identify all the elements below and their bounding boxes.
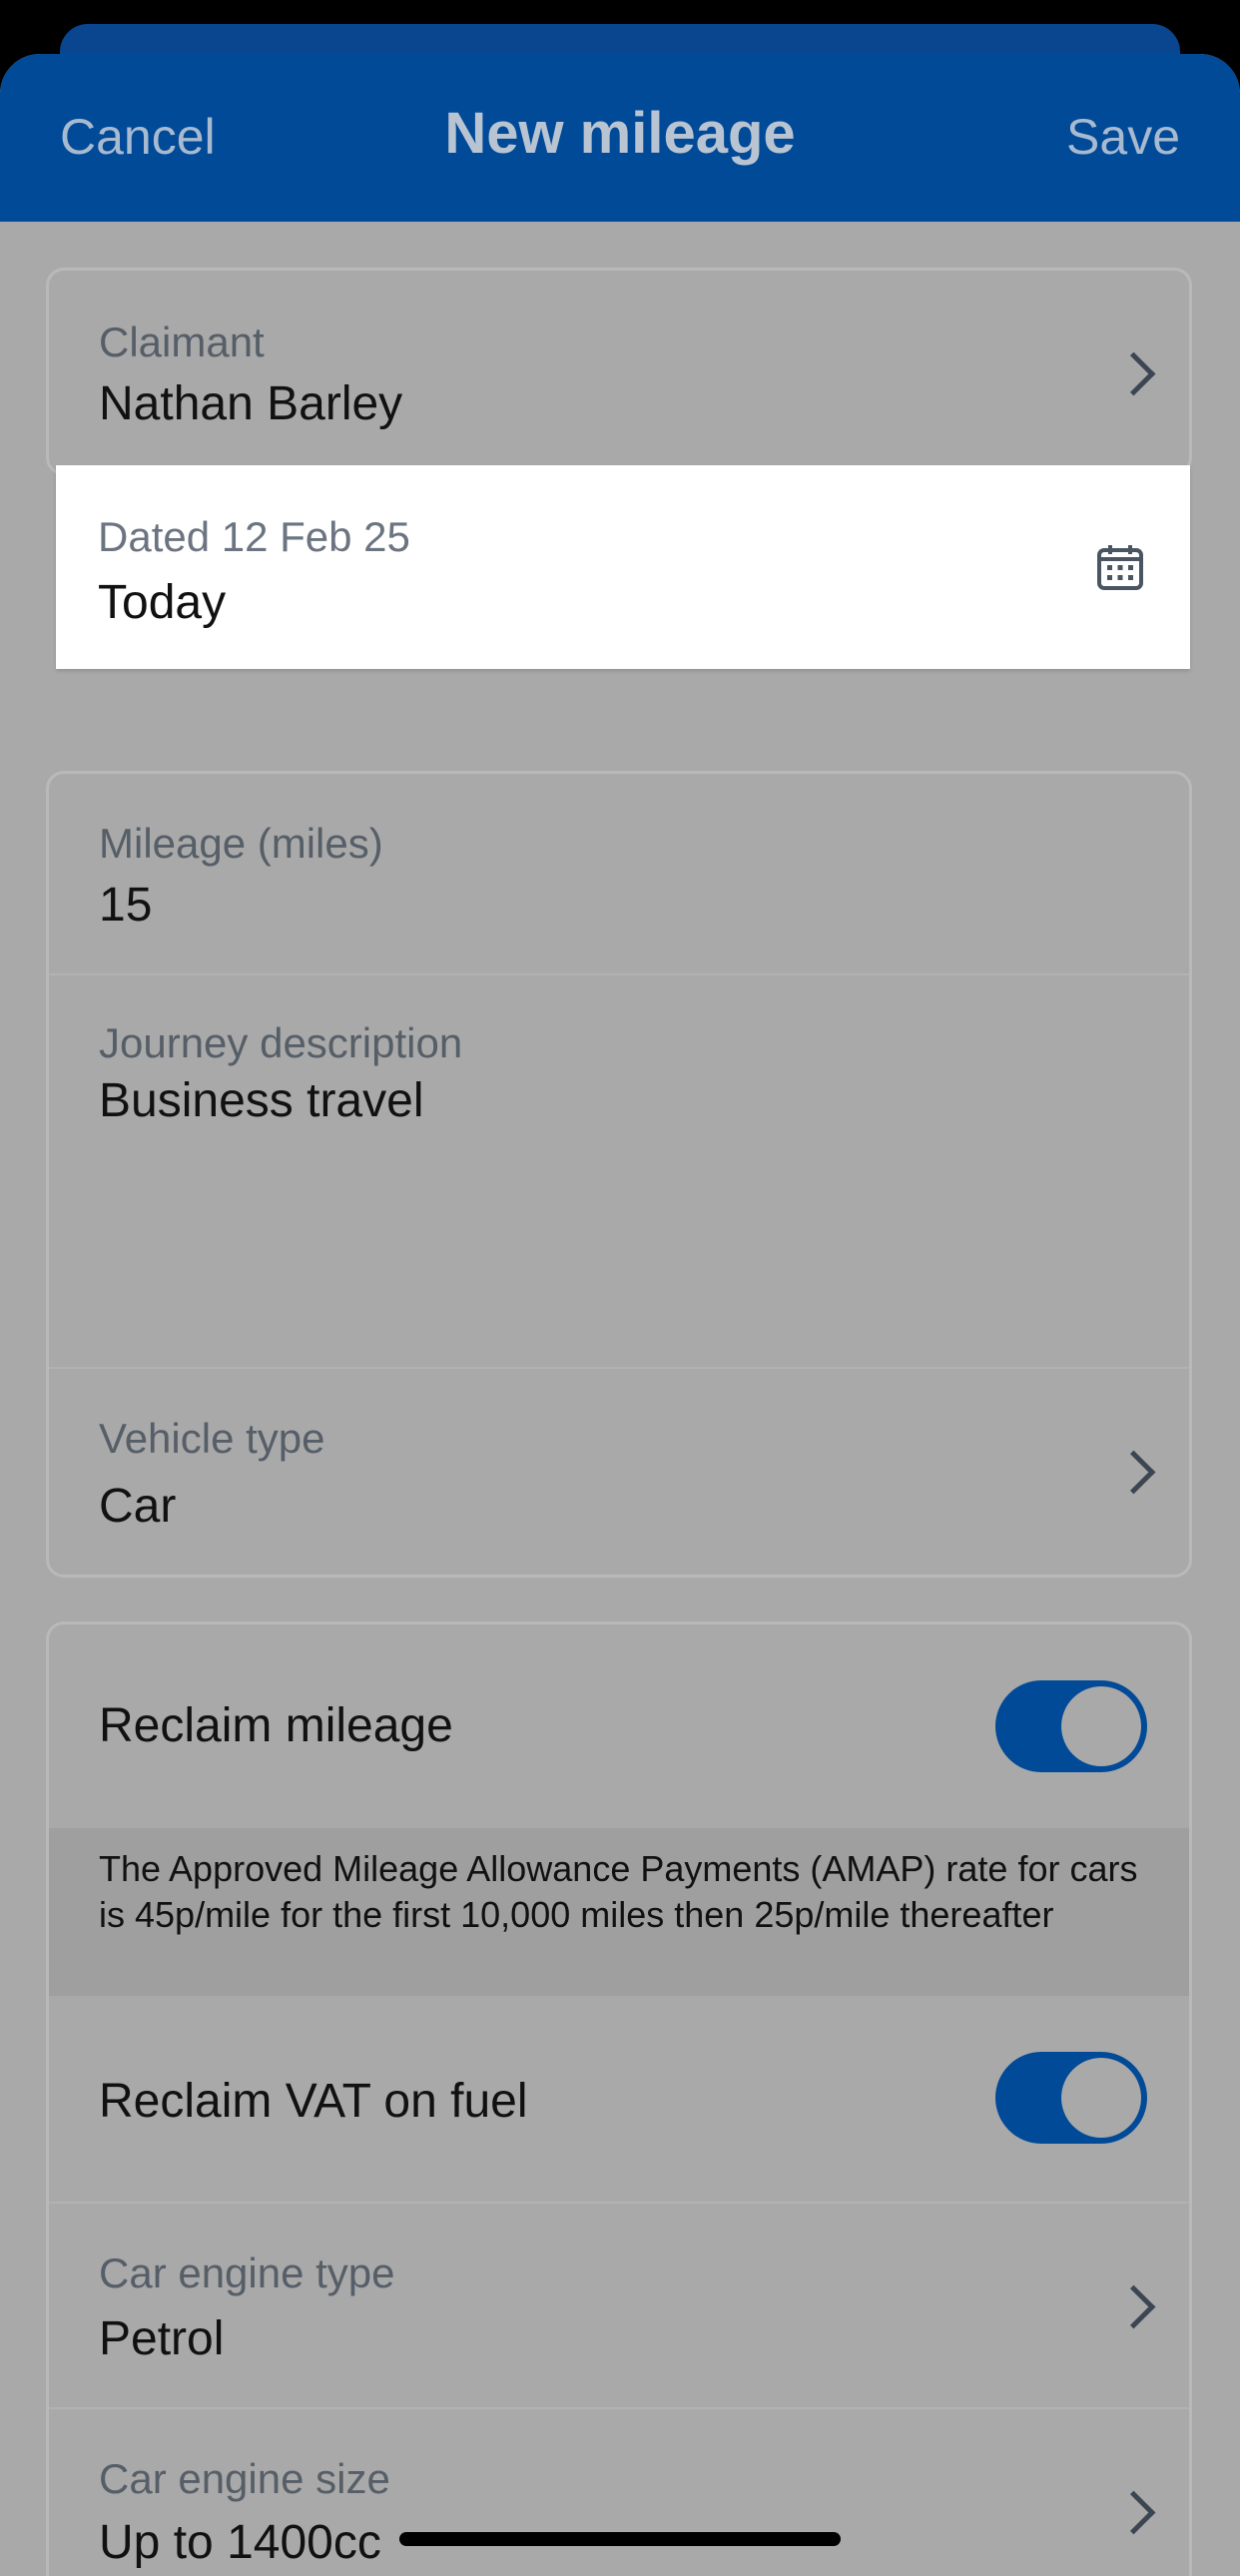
journey-input[interactable]: Business travel — [99, 1073, 423, 1128]
engine-size-value: Up to 1400cc — [99, 2516, 381, 2569]
save-button[interactable]: Save — [1066, 108, 1180, 166]
reclaim-mileage-label: Reclaim mileage — [99, 1699, 453, 1752]
chevron-right-icon — [1111, 2490, 1156, 2535]
date-field[interactable]: Dated 12 Feb 25 Today — [56, 465, 1190, 669]
date-label: Dated 12 Feb 25 — [98, 513, 410, 560]
chevron-right-icon — [1111, 351, 1156, 396]
date-value: Today — [98, 576, 227, 629]
mileage-input[interactable]: 15 — [99, 878, 152, 933]
claimant-label: Claimant — [99, 319, 265, 365]
reclaim-mileage-row: Reclaim mileage — [49, 1624, 1189, 1828]
engine-type-row[interactable]: Car engine type Petrol — [49, 2204, 1189, 2409]
page-title: New mileage — [444, 101, 796, 166]
journey-row[interactable]: Journey description Business travel — [49, 975, 1189, 1369]
calendar-icon[interactable] — [1096, 543, 1144, 591]
engine-size-row[interactable]: Car engine size Up to 1400cc — [49, 2409, 1189, 2576]
toggle-knob — [1061, 1686, 1141, 1766]
reclaim-vat-label: Reclaim VAT on fuel — [99, 2075, 528, 2128]
reclaim-vat-toggle[interactable] — [995, 2052, 1147, 2144]
vehicle-type-label: Vehicle type — [99, 1415, 325, 1462]
journey-card: Mileage (miles) 15 Journey description B… — [46, 771, 1192, 1578]
engine-size-label: Car engine size — [99, 2455, 390, 2502]
reclaim-mileage-toggle[interactable] — [995, 1680, 1147, 1772]
reclaim-card: Reclaim mileage The Approved Mileage All… — [46, 1621, 1192, 2576]
navigation-bar: Cancel New mileage Save — [0, 54, 1240, 222]
vehicle-type-row[interactable]: Vehicle type Car — [49, 1369, 1189, 1575]
toggle-knob — [1061, 2058, 1141, 2138]
home-indicator[interactable] — [399, 2532, 841, 2546]
modal-sheet: Cancel New mileage Save Claimant Nathan … — [0, 54, 1240, 2576]
mileage-row[interactable]: Mileage (miles) 15 — [49, 774, 1189, 975]
mileage-label: Mileage (miles) — [99, 820, 383, 867]
claimant-value: Nathan Barley — [99, 377, 403, 430]
vehicle-type-value: Car — [99, 1480, 177, 1533]
chevron-right-icon — [1111, 2284, 1156, 2329]
claimant-card[interactable]: Claimant Nathan Barley — [46, 268, 1192, 475]
reclaim-vat-row: Reclaim VAT on fuel — [49, 1996, 1189, 2204]
amap-info-text: The Approved Mileage Allowance Payments … — [49, 1828, 1189, 1996]
engine-type-value: Petrol — [99, 2312, 225, 2365]
journey-label: Journey description — [99, 1019, 463, 1066]
chevron-right-icon — [1111, 1450, 1156, 1495]
claimant-row[interactable]: Claimant Nathan Barley — [49, 271, 1189, 472]
engine-type-label: Car engine type — [99, 2250, 395, 2296]
